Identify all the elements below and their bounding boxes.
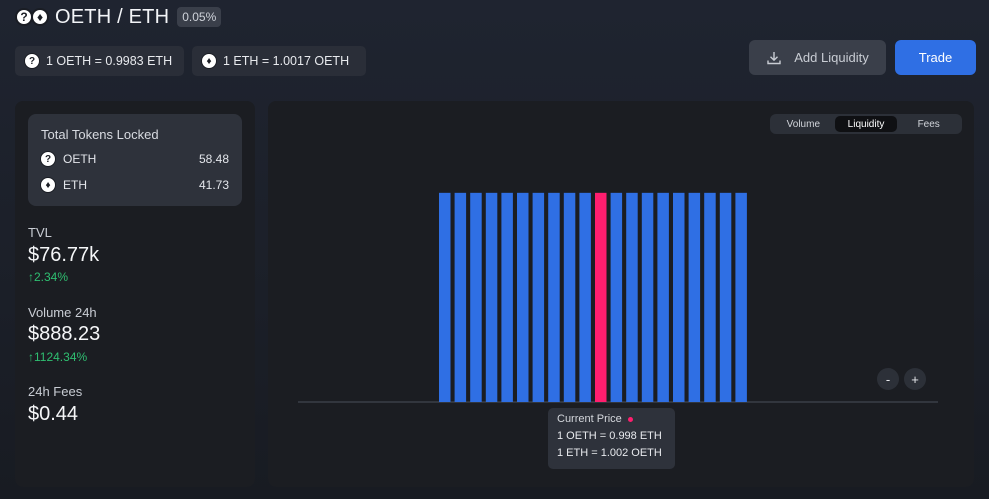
pair-header: ? ♦ OETH / ETH 0.05%: [15, 5, 222, 29]
rate-eth-oeth-chip[interactable]: ♦ 1 ETH = 1.0017 OETH: [192, 46, 366, 76]
liquidity-bar[interactable]: [579, 192, 591, 402]
token-pair-icons: ? ♦: [15, 8, 49, 26]
liquidity-bar[interactable]: [719, 192, 732, 402]
volume-label: Volume 24h: [28, 305, 97, 320]
pool-stats-card: Total Tokens Locked ? OETH 58.48 ♦ ETH 4…: [15, 101, 255, 487]
liquidity-bar[interactable]: [517, 192, 529, 402]
liquidity-bar[interactable]: [470, 192, 482, 402]
zoom-in-button[interactable]: +: [904, 368, 926, 390]
locked-token-symbol: ETH: [63, 178, 87, 192]
tooltip-line-eth: 1 ETH = 1.002 OETH: [557, 447, 662, 459]
page-title: OETH / ETH: [55, 5, 170, 28]
liquidity-bar[interactable]: [610, 192, 623, 402]
liquidity-bar[interactable]: [454, 192, 467, 402]
locked-token-row: ? OETH 58.48: [40, 150, 229, 168]
locked-token-symbol: OETH: [63, 152, 97, 166]
liquidity-bar[interactable]: [657, 192, 669, 402]
liquidity-bar[interactable]: [439, 192, 451, 402]
download-icon: [767, 51, 781, 64]
tooltip-line-oeth: 1 OETH = 0.998 ETH: [557, 430, 662, 442]
liquidity-bar[interactable]: [704, 192, 716, 402]
rate-oeth-eth-label: 1 OETH = 0.9983 ETH: [46, 54, 173, 68]
trade-label: Trade: [918, 50, 953, 65]
add-liquidity-label: Add Liquidity: [794, 50, 869, 65]
tvl-label: TVL: [28, 225, 52, 240]
fees-value: $0.44: [28, 403, 79, 425]
rate-oeth-eth-chip[interactable]: ? 1 OETH = 0.9983 ETH: [15, 46, 184, 76]
liquidity-bar[interactable]: [673, 192, 685, 402]
total-tokens-locked: Total Tokens Locked ? OETH 58.48 ♦ ETH 4…: [28, 114, 242, 206]
locked-token-amount: 58.48: [198, 152, 229, 166]
oeth-token-icon: ?: [40, 151, 56, 167]
oeth-token-icon: ?: [24, 53, 40, 69]
liquidity-bar[interactable]: [532, 192, 545, 402]
locked-token-amount: 41.73: [198, 178, 229, 192]
trade-button[interactable]: Trade: [895, 40, 976, 75]
fee-badge: 0.05%: [177, 7, 222, 27]
liquidity-bar[interactable]: [548, 192, 560, 402]
tooltip-title: Current Price: [557, 413, 622, 425]
eth-token-icon: ♦: [31, 8, 49, 26]
current-price-tooltip: Current Price 1 OETH = 0.998 ETH 1 ETH =…: [548, 408, 675, 469]
current-price-bar[interactable]: [595, 192, 607, 402]
tvl-change: ↑2.34%: [28, 270, 69, 284]
fees-label: 24h Fees: [28, 384, 83, 399]
locked-token-row: ♦ ETH 41.73: [40, 176, 229, 194]
current-price-dot: [627, 416, 633, 422]
add-liquidity-button[interactable]: Add Liquidity: [749, 40, 886, 75]
tvl-value: $76.77k: [28, 244, 100, 266]
liquidity-bar[interactable]: [688, 192, 701, 402]
total-tokens-locked-title: Total Tokens Locked: [41, 127, 159, 142]
liquidity-bar[interactable]: [735, 192, 747, 402]
rate-eth-oeth-label: 1 ETH = 1.0017 OETH: [223, 54, 350, 68]
liquidity-bar[interactable]: [485, 192, 498, 402]
zoom-out-button[interactable]: -: [877, 368, 899, 390]
liquidity-bar[interactable]: [641, 192, 654, 402]
eth-token-icon: ♦: [201, 53, 217, 69]
liquidity-bar[interactable]: [626, 192, 638, 402]
volume-value: $888.23: [28, 323, 101, 345]
tooltip-title-row: Current Price: [557, 413, 666, 425]
liquidity-bar[interactable]: [501, 192, 513, 402]
eth-token-icon: ♦: [40, 177, 56, 193]
liquidity-bar[interactable]: [563, 192, 576, 402]
volume-change: ↑1124.34%: [28, 350, 88, 364]
